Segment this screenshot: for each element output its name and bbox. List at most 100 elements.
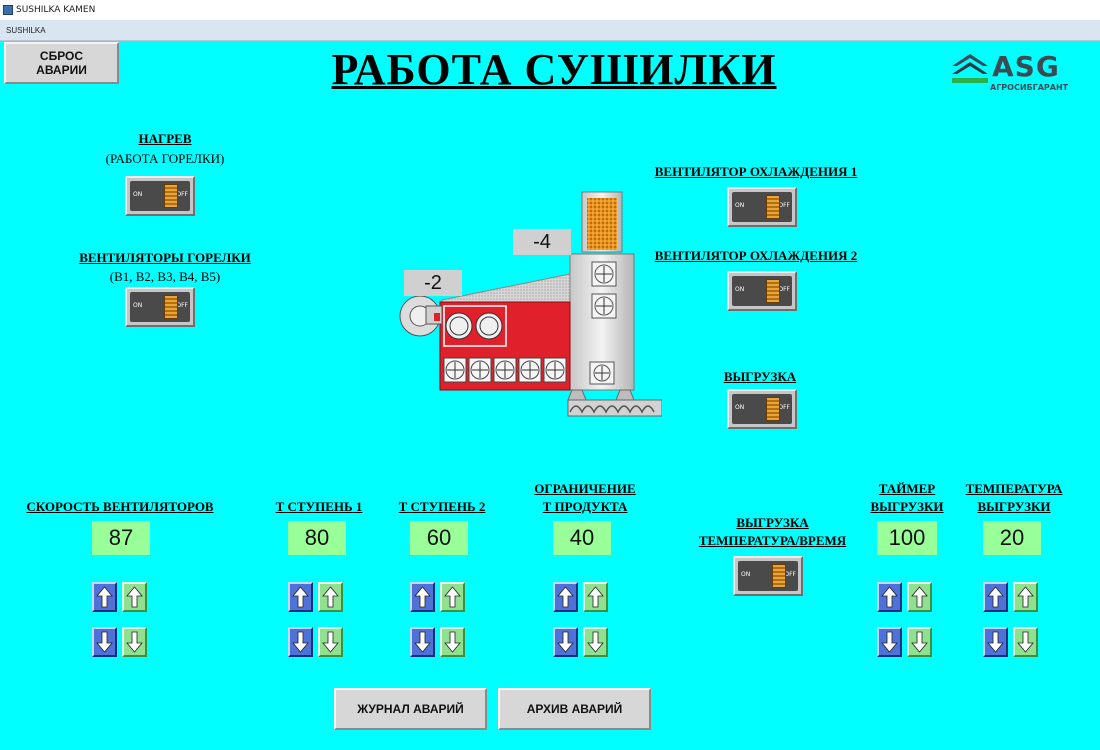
arrow-up-icon [587, 586, 604, 608]
alarm-archive-button[interactable]: АРХИВ АВАРИЙ [498, 688, 651, 730]
t-stage-1-green-down-arrow-button[interactable] [318, 627, 343, 657]
arrow-up-icon [414, 586, 431, 608]
arrow-up-icon [1017, 586, 1034, 608]
unload-timer-label-1: ТАЙМЕР [878, 481, 936, 496]
t-stage-1-blue-up-arrow-button[interactable] [288, 582, 313, 612]
fan-speed-value: 87 [92, 521, 150, 555]
switch-on-label: ON [133, 191, 143, 198]
switch-rocker [164, 184, 178, 208]
product-limit-blue-up-arrow-button[interactable] [553, 582, 578, 612]
burner-fans-sublabel: (В1, В2, В3, В4, В5) [109, 269, 221, 284]
cooling-fan-2-switch[interactable]: ON OFF [727, 271, 797, 311]
product-limit-label-2: Т ПРОДУКТА [542, 499, 628, 514]
heating-switch[interactable]: ON OFF [125, 176, 195, 216]
cooling-fan-1-label: ВЕНТИЛЯТОР ОХЛАЖДЕНИЯ 1 [654, 164, 858, 179]
product-limit-green-up-arrow-button[interactable] [583, 582, 608, 612]
arrow-up-icon [96, 586, 113, 608]
unload-mode-label-1: ВЫГРУЗКА [736, 515, 809, 530]
fan-speed-green-up-arrow-button[interactable] [122, 582, 147, 612]
asg-logo: ASG АГРОСИБГАРАНТ [948, 50, 1088, 96]
switch-on-label: ON [133, 302, 143, 309]
t-stage-1-blue-down-arrow-button[interactable] [288, 627, 313, 657]
app-icon [3, 5, 13, 15]
cooling-fan-1-switch[interactable]: ON OFF [727, 187, 797, 227]
switch-rocker [766, 397, 780, 421]
burner-fans-label: ВЕНТИЛЯТОРЫ ГОРЕЛКИ [79, 250, 251, 265]
t-stage-1-label: Т СТУПЕНЬ 1 [275, 499, 363, 514]
t-stage-2-blue-up-arrow-button[interactable] [410, 582, 435, 612]
t-stage-2-value: 60 [410, 521, 468, 555]
switch-off-label: OFF [778, 286, 790, 293]
arrow-up-icon [987, 586, 1004, 608]
switch-rocker [164, 295, 178, 319]
switch-off-label: OFF [778, 404, 790, 411]
unloading-switch[interactable]: ON OFF [727, 389, 797, 429]
arrow-up-icon [881, 586, 898, 608]
switch-on-label: ON [735, 404, 745, 411]
logo-subtitle: АГРОСИБГАРАНТ [990, 83, 1069, 92]
unload-timer-green-up-arrow-button[interactable] [907, 582, 932, 612]
cooling-fan-2-label: ВЕНТИЛЯТОР ОХЛАЖДЕНИЯ 2 [654, 248, 858, 263]
fan-speed-blue-down-arrow-button[interactable] [92, 627, 117, 657]
page-title: РАБОТА СУШИЛКИ [331, 45, 777, 94]
t-stage-2-green-up-arrow-button[interactable] [440, 582, 465, 612]
dryer-drawing [399, 191, 663, 417]
unloading-label: ВЫГРУЗКА [723, 369, 797, 384]
arrow-down-icon [911, 631, 928, 653]
switch-off-label: OFF [176, 191, 188, 198]
burner-fans-switch[interactable]: ON OFF [125, 287, 195, 327]
unload-timer-blue-up-arrow-button[interactable] [877, 582, 902, 612]
arrow-up-icon [322, 586, 339, 608]
arrow-up-icon [557, 586, 574, 608]
switch-on-label: ON [735, 286, 745, 293]
arrow-down-icon [444, 631, 461, 653]
switch-on-label: ON [741, 571, 751, 578]
switch-off-label: OFF [778, 202, 790, 209]
arrow-up-icon [911, 586, 928, 608]
unload-temp-value: 20 [983, 521, 1041, 555]
logo-brand: ASG [992, 50, 1060, 83]
arrow-down-icon [1017, 631, 1034, 653]
arrow-down-icon [126, 631, 143, 653]
switch-off-label: OFF [784, 571, 796, 578]
product-limit-label-1: ОГРАНИЧЕНИЕ [534, 481, 636, 496]
fan-speed-blue-up-arrow-button[interactable] [92, 582, 117, 612]
t-stage-2-label: Т СТУПЕНЬ 2 [398, 499, 486, 514]
window-titlebar: SUSHILKA KAMEN [0, 0, 1100, 20]
unload-mode-switch[interactable]: ON OFF [733, 556, 803, 596]
unload-temp-blue-up-arrow-button[interactable] [983, 582, 1008, 612]
unload-temp-label-1: ТЕМПЕРАТУРА [965, 481, 1063, 496]
t-stage-2-blue-down-arrow-button[interactable] [410, 627, 435, 657]
alarm-reset-button[interactable]: СБРОС АВАРИИ [4, 42, 119, 84]
product-limit-green-down-arrow-button[interactable] [583, 627, 608, 657]
logo-mark-icon [952, 54, 988, 83]
product-limit-blue-down-arrow-button[interactable] [553, 627, 578, 657]
window-title: SUSHILKA KAMEN [16, 5, 96, 15]
dryer-diagram [382, 190, 663, 425]
t-stage-1-value: 80 [288, 521, 346, 555]
unload-temp-green-down-arrow-button[interactable] [1013, 627, 1038, 657]
unload-temp-label-2: ВЫГРУЗКИ [977, 499, 1051, 514]
arrow-down-icon [292, 631, 309, 653]
arrow-up-icon [292, 586, 309, 608]
switch-rocker [766, 279, 780, 303]
switch-on-label: ON [735, 202, 745, 209]
arrow-up-icon [444, 586, 461, 608]
unload-timer-blue-down-arrow-button[interactable] [877, 627, 902, 657]
arrow-up-icon [126, 586, 143, 608]
arrow-down-icon [587, 631, 604, 653]
alarm-log-button[interactable]: ЖУРНАЛ АВАРИЙ [334, 688, 487, 730]
menu-title[interactable]: SUSHILKA [6, 26, 46, 35]
arrow-down-icon [881, 631, 898, 653]
arrow-down-icon [322, 631, 339, 653]
burner-pressure-readout: -2 [404, 270, 462, 296]
unload-timer-green-down-arrow-button[interactable] [907, 627, 932, 657]
t-stage-1-green-up-arrow-button[interactable] [318, 582, 343, 612]
arrow-down-icon [96, 631, 113, 653]
heating-sublabel: (РАБОТА ГОРЕЛКИ) [105, 151, 225, 166]
unload-temp-blue-down-arrow-button[interactable] [983, 627, 1008, 657]
top-pressure-readout: -4 [513, 229, 571, 255]
fan-speed-green-down-arrow-button[interactable] [122, 627, 147, 657]
unload-temp-green-up-arrow-button[interactable] [1013, 582, 1038, 612]
t-stage-2-green-down-arrow-button[interactable] [440, 627, 465, 657]
